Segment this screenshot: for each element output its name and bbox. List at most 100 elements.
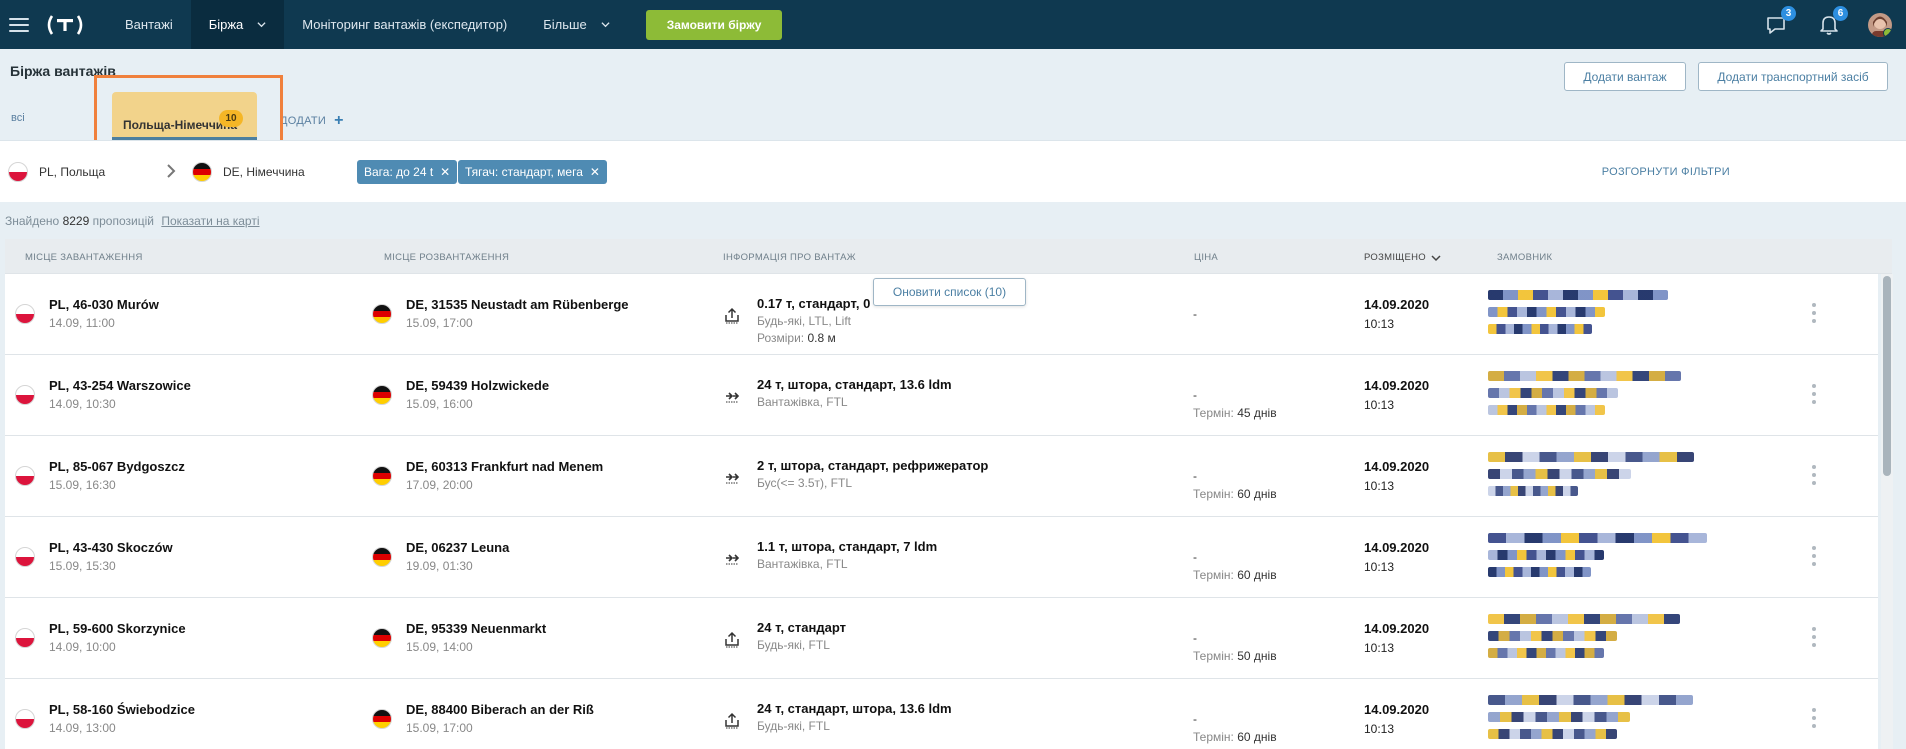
posted-time: 10:13 [1364, 398, 1395, 412]
price-cell: - Термін: 60 днів [1193, 550, 1277, 582]
germany-flag-icon [372, 304, 392, 324]
scrollbar-thumb[interactable] [1883, 276, 1891, 476]
price-value: - [1193, 307, 1197, 321]
chevron-down-icon [1431, 254, 1441, 261]
load-date: 14.09, 13:00 [49, 721, 116, 735]
germany-flag-icon [372, 385, 392, 405]
close-icon[interactable]: ✕ [440, 165, 450, 179]
filter-chip-weight[interactable]: Вага: до 24 t ✕ [357, 160, 458, 184]
price-cell: - Термін: 60 днів [1193, 469, 1277, 501]
more-vertical-icon[interactable] [1811, 627, 1817, 647]
size-value: 0.8 м [807, 331, 836, 345]
filter-chip-tractor[interactable]: Тягач: стандарт, мега ✕ [458, 160, 607, 184]
show-on-map-link[interactable]: Показати на карті [161, 214, 259, 228]
customer-cell-blurred[interactable] [1488, 371, 1808, 423]
page-title: Біржа вантажів [10, 63, 116, 79]
top-navigation: Вантажі Біржа Моніторинг вантажів (експе… [0, 0, 1906, 49]
payment-term: Термін: 50 днів [1193, 649, 1277, 663]
posted-time: 10:13 [1364, 641, 1395, 655]
nav-item-monitoring[interactable]: Моніторинг вантажів (експедитор) [284, 0, 525, 49]
unload-place-cell: DE, 95339 Neuenmarkt 15.09, 14:00 [372, 621, 546, 654]
unload-date: 15.09, 14:00 [406, 640, 473, 654]
size-label: Розміри: [757, 331, 808, 345]
nav-item-more[interactable]: Більше [525, 0, 627, 49]
payment-term: Термін: 60 днів [1193, 487, 1277, 501]
header-posted-sort[interactable]: РОЗМІЩЕНО [1364, 252, 1441, 263]
table-row[interactable]: PL, 43-254 Warszowice 14.09, 10:30 DE, 5… [5, 355, 1878, 436]
term-label: Термін: [1193, 649, 1238, 663]
table-row[interactable]: PL, 58-160 Świebodzice 14.09, 13:00 DE, … [5, 679, 1878, 749]
load-place-title: PL, 59-600 Skorzynice [49, 621, 186, 636]
table-row[interactable]: PL, 85-067 Bydgoszcz 15.09, 16:30 DE, 60… [5, 436, 1878, 517]
tab-poland-germany[interactable]: Польща-Німеччина 10 [112, 92, 257, 140]
unload-place-title: DE, 59439 Holzwickede [406, 378, 550, 393]
unload-place-title: DE, 31535 Neustadt am Rübenberge [406, 297, 629, 312]
customer-cell-blurred[interactable] [1488, 533, 1808, 585]
germany-flag-icon [372, 628, 392, 648]
term-label: Термін: [1193, 406, 1238, 420]
expand-filters-link[interactable]: РОЗГОРНУТИ ФІЛЬТРИ [1602, 166, 1730, 178]
load-place-cell: PL, 43-254 Warszowice 14.09, 10:30 [15, 378, 191, 411]
chevron-right-icon [167, 164, 176, 178]
customer-cell-blurred[interactable] [1488, 290, 1808, 342]
price-value: - [1193, 550, 1197, 564]
price-cell: - Термін: 50 днів [1193, 631, 1277, 663]
cargo-vehicle: Вантажівка, FTL [757, 557, 848, 571]
poland-flag-icon [15, 628, 35, 648]
table-row[interactable]: PL, 43-430 Skoczów 15.09, 15:30 DE, 0623… [5, 517, 1878, 598]
price-value: - [1193, 631, 1197, 645]
load-place-cell: PL, 46-030 Murów 14.09, 11:00 [15, 297, 159, 330]
add-vehicle-button[interactable]: Додати транспортний засіб [1698, 62, 1888, 91]
term-value: 60 днів [1237, 487, 1277, 501]
nav-item-cargo[interactable]: Вантажі [107, 0, 191, 49]
unload-place-title: DE, 88400 Biberach an der Riß [406, 702, 594, 717]
cargo-size: Розміри: 0.8 м [757, 331, 870, 345]
more-vertical-icon[interactable] [1811, 708, 1817, 728]
nav-item-label: Моніторинг вантажів (експедитор) [302, 17, 508, 32]
customer-cell-blurred[interactable] [1488, 695, 1808, 747]
blurred-text [1488, 712, 1630, 722]
load-date: 14.09, 10:00 [49, 640, 116, 654]
more-vertical-icon[interactable] [1811, 384, 1817, 404]
add-cargo-button[interactable]: Додати вантаж [1564, 62, 1686, 91]
notifications-button[interactable]: 6 [1816, 5, 1848, 38]
messages-button[interactable]: 3 [1764, 5, 1796, 38]
unload-date: 17.09, 20:00 [406, 478, 473, 492]
customer-cell-blurred[interactable] [1488, 452, 1808, 504]
cargo-vehicle: Вантажівка, FTL [757, 395, 848, 409]
more-vertical-icon[interactable] [1811, 546, 1817, 566]
term-value: 45 днів [1237, 406, 1277, 420]
logo[interactable] [45, 14, 85, 36]
order-exchange-button[interactable]: Замовити біржу [645, 9, 783, 40]
cargo-vehicle: Будь-які, FTL [757, 719, 830, 733]
posted-time: 10:13 [1364, 479, 1395, 493]
customer-cell-blurred[interactable] [1488, 614, 1808, 666]
scrollbar[interactable] [1881, 274, 1893, 749]
blurred-text [1488, 290, 1668, 300]
unload-place-cell: DE, 88400 Biberach an der Riß 15.09, 17:… [372, 702, 594, 735]
close-icon[interactable]: ✕ [590, 165, 600, 179]
posted-time: 10:13 [1364, 722, 1395, 736]
chip-label: Вага: до 24 t [364, 165, 434, 179]
header-posted: РОЗМІЩЕНО [1364, 252, 1427, 263]
add-tab-button[interactable]: ДОДАТИ + [280, 112, 344, 130]
nav-item-exchange[interactable]: Біржа [190, 0, 285, 49]
blurred-text [1488, 648, 1604, 658]
term-label: Термін: [1193, 730, 1238, 744]
unload-place-title: DE, 95339 Neuenmarkt [406, 621, 547, 636]
route-from[interactable]: PL, Польща [8, 162, 105, 182]
route-to[interactable]: DE, Німеччина [192, 162, 305, 182]
table-row[interactable]: PL, 59-600 Skorzynice 14.09, 10:00 DE, 9… [5, 598, 1878, 679]
cargo-vehicle: Бус(<= 3.5т), FTL [757, 476, 852, 490]
more-vertical-icon[interactable] [1811, 303, 1817, 323]
avatar[interactable] [1868, 12, 1892, 37]
more-vertical-icon[interactable] [1811, 465, 1817, 485]
load-date: 14.09, 11:00 [49, 316, 115, 330]
unload-date: 19.09, 01:30 [406, 559, 473, 573]
tab-all[interactable]: всі [11, 112, 25, 124]
poland-flag-icon [15, 709, 35, 729]
blurred-text [1488, 388, 1618, 398]
refresh-list-button[interactable]: Оновити список (10) [873, 278, 1026, 306]
posted-date: 14.09.2020 [1364, 378, 1430, 393]
menu-icon[interactable] [9, 17, 29, 32]
